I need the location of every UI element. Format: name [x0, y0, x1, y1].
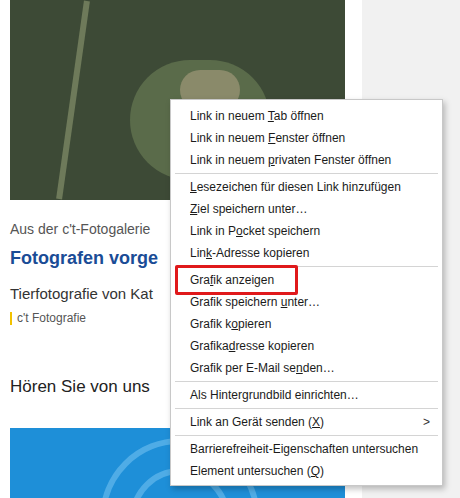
access-key: Z	[190, 202, 197, 216]
menu-separator	[175, 173, 438, 174]
menu-item[interactable]: Grafik anzeigen	[171, 269, 442, 291]
menu-item-label: Lesezeichen für diesen Link hinzufügen	[190, 178, 430, 196]
menu-item-label: Link an Gerät senden (X)	[190, 413, 415, 431]
menu-item[interactable]: Grafik speichern unter…	[171, 291, 442, 313]
access-key: F	[268, 131, 275, 145]
access-key: d	[229, 339, 236, 353]
menu-item[interactable]: Link in Pocket speichern	[171, 220, 442, 242]
access-key: o	[236, 224, 243, 238]
access-key: f	[210, 273, 213, 287]
menu-item-label: Link-Adresse kopieren	[190, 244, 430, 262]
menu-separator	[175, 266, 438, 267]
menu-item-label: Grafik anzeigen	[190, 271, 430, 289]
menu-item[interactable]: Link in neuem privaten Fenster öffnen	[171, 149, 442, 171]
menu-separator	[175, 408, 438, 409]
access-key: L	[190, 180, 197, 194]
menu-item-label: Link in neuem Tab öffnen	[190, 107, 430, 125]
context-menu: Link in neuem Tab öffnen Link in neuem Fe…	[170, 99, 443, 486]
menu-item-label: Grafik speichern unter…	[190, 293, 430, 311]
tag-label: c't Fotografie	[17, 310, 86, 326]
menu-item[interactable]: Lesezeichen für diesen Link hinzufügen	[171, 176, 442, 198]
menu-item[interactable]: Element untersuchen (Q)	[171, 460, 442, 482]
submenu-arrow-icon: >	[415, 413, 430, 431]
access-key: g	[242, 388, 249, 402]
menu-item-label: Link in Pocket speichern	[190, 222, 430, 240]
menu-item[interactable]: Link in neuem Fenster öffnen	[171, 127, 442, 149]
access-key: X	[312, 415, 320, 429]
menu-item-label: Als Hintergrundbild einrichten…	[190, 386, 430, 404]
menu-item-label: Link in neuem Fenster öffnen	[190, 129, 430, 147]
access-key: n	[296, 361, 303, 375]
menu-item[interactable]: Link in neuem Tab öffnen	[171, 105, 442, 127]
access-key: u	[281, 295, 288, 309]
menu-item[interactable]: Grafik kopieren	[171, 313, 442, 335]
menu-separator	[175, 381, 438, 382]
menu-item-label: Grafikadresse kopieren	[190, 337, 430, 355]
access-key: o	[231, 317, 238, 331]
menu-item[interactable]: Als Hintergrundbild einrichten…	[171, 384, 442, 406]
menu-item[interactable]: Barrierefreiheit-Eigenschaften untersuch…	[171, 438, 442, 460]
access-key: k	[206, 246, 212, 260]
menu-item[interactable]: Grafikadresse kopieren	[171, 335, 442, 357]
access-key: p	[268, 153, 275, 167]
highlight-box	[175, 265, 298, 295]
menu-item[interactable]: Ziel speichern unter…	[171, 198, 442, 220]
menu-item[interactable]: Link-Adresse kopieren	[171, 242, 442, 264]
menu-item-label: Element untersuchen (Q)	[190, 462, 430, 480]
access-key: Q	[311, 464, 320, 478]
menu-item-label: Grafik kopieren	[190, 315, 430, 333]
tag-bar	[10, 312, 12, 325]
menu-item-label: Link in neuem privaten Fenster öffnen	[190, 151, 430, 169]
menu-item[interactable]: Grafik per E-Mail senden…	[171, 357, 442, 379]
menu-item-label: Barrierefreiheit-Eigenschaften untersuch…	[190, 440, 430, 458]
menu-item-label: Grafik per E-Mail senden…	[190, 359, 430, 377]
menu-item-label: Ziel speichern unter…	[190, 200, 430, 218]
access-key: T	[268, 109, 274, 123]
menu-separator	[175, 435, 438, 436]
menu-item[interactable]: Link an Gerät senden (X)>	[171, 411, 442, 433]
